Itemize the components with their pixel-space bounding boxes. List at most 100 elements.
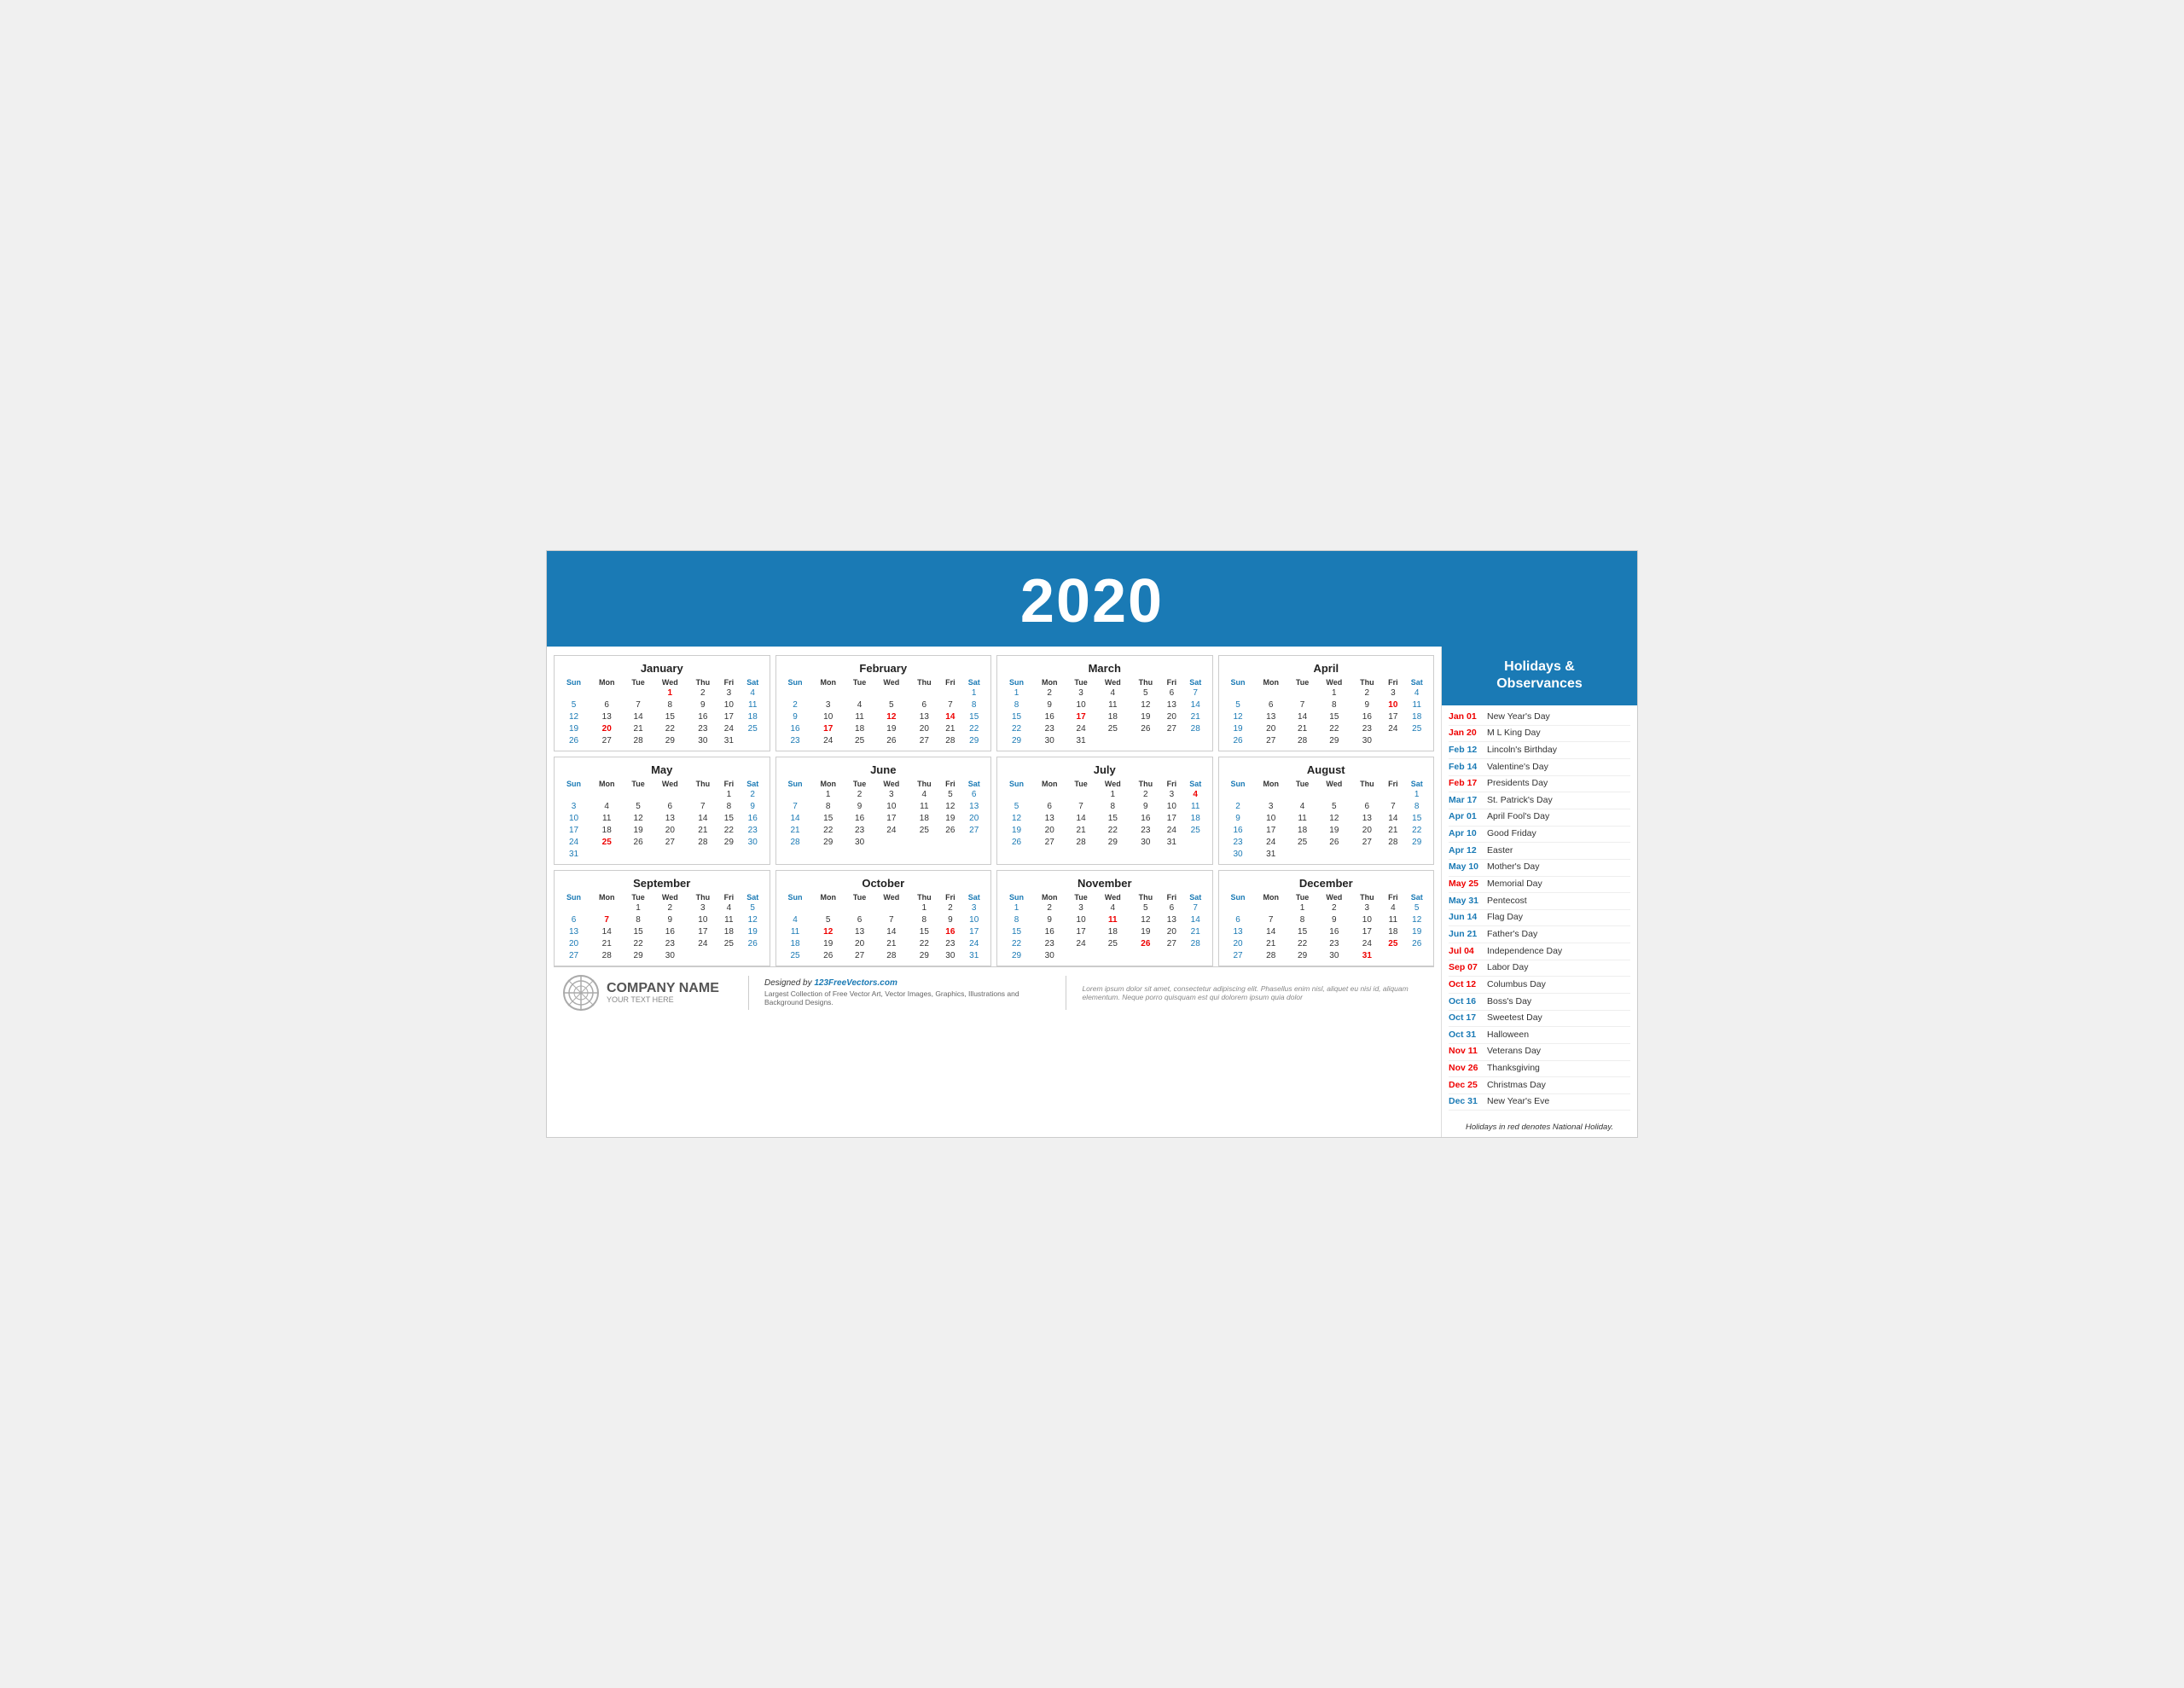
month-name-december: December	[1223, 874, 1431, 892]
header-sun: Sun	[558, 677, 590, 687]
header-wed: Wed	[653, 677, 688, 687]
holiday-item: Apr 01April Fool's Day	[1449, 809, 1630, 827]
holiday-date: Apr 10	[1449, 828, 1487, 840]
holiday-item: Oct 17Sweetest Day	[1449, 1011, 1630, 1028]
holiday-name: St. Patrick's Day	[1487, 795, 1553, 807]
holiday-name: Columbus Day	[1487, 979, 1546, 991]
holiday-date: Jun 14	[1449, 912, 1487, 924]
month-name-august: August	[1223, 761, 1431, 779]
holiday-name: Lincoln's Birthday	[1487, 745, 1557, 757]
holiday-name: Labor Day	[1487, 962, 1528, 974]
month-december: December Sun Mon Tue Wed Thu Fri Sat	[1218, 870, 1435, 966]
holiday-name: April Fool's Day	[1487, 811, 1549, 823]
holiday-name: Sweetest Day	[1487, 1012, 1542, 1024]
holiday-item: Jun 14Flag Day	[1449, 910, 1630, 927]
holiday-item: Dec 31New Year's Eve	[1449, 1094, 1630, 1111]
holiday-date: May 25	[1449, 879, 1487, 890]
holiday-item: Apr 10Good Friday	[1449, 827, 1630, 844]
holiday-item: Nov 11Veterans Day	[1449, 1044, 1630, 1061]
holiday-name: Pentecost	[1487, 896, 1527, 908]
header-mon: Mon	[590, 677, 624, 687]
month-march: March Sun Mon Tue Wed Thu Fri Sat 1	[996, 655, 1213, 751]
holiday-date: Nov 11	[1449, 1046, 1487, 1058]
holiday-date: Apr 01	[1449, 811, 1487, 823]
holiday-item: Jan 20M L King Day	[1449, 726, 1630, 743]
holiday-date: Oct 17	[1449, 1012, 1487, 1024]
header-sat: Sat	[740, 677, 766, 687]
holiday-item: Nov 26Thanksgiving	[1449, 1061, 1630, 1078]
holiday-date: Jan 20	[1449, 728, 1487, 740]
calendar-table-december: Sun Mon Tue Wed Thu Fri Sat 1 2	[1223, 892, 1431, 962]
holiday-date: Oct 31	[1449, 1030, 1487, 1041]
holiday-date: Oct 12	[1449, 979, 1487, 991]
month-may: May Sun Mon Tue Wed Thu Fri Sat	[554, 757, 770, 865]
holiday-name: Thanksgiving	[1487, 1063, 1540, 1075]
month-name-september: September	[558, 874, 766, 892]
holiday-date: Sep 07	[1449, 962, 1487, 974]
holiday-date: Feb 17	[1449, 778, 1487, 790]
calendar-table-may: Sun Mon Tue Wed Thu Fri Sat	[558, 779, 766, 861]
calendar-table-september: Sun Mon Tue Wed Thu Fri Sat 1 2	[558, 892, 766, 962]
holiday-item: Apr 12Easter	[1449, 843, 1630, 860]
header-fri: Fri	[718, 677, 740, 687]
holiday-name: Christmas Day	[1487, 1080, 1546, 1092]
month-november: November Sun Mon Tue Wed Thu Fri Sat 1	[996, 870, 1213, 966]
holiday-date: May 31	[1449, 896, 1487, 908]
month-name-april: April	[1223, 659, 1431, 677]
holiday-item: Jan 01New Year's Day	[1449, 709, 1630, 726]
month-name-march: March	[1001, 659, 1209, 677]
holiday-item: May 10Mother's Day	[1449, 860, 1630, 877]
holiday-item: Feb 14Valentine's Day	[1449, 759, 1630, 776]
calendar-table-june: Sun Mon Tue Wed Thu Fri Sat 1 2 3	[780, 779, 988, 849]
month-name-january: January	[558, 659, 766, 677]
sidebar-note: Holidays in red denotes National Holiday…	[1442, 1117, 1637, 1137]
holiday-item: Sep 07Labor Day	[1449, 960, 1630, 977]
holiday-item: Oct 16Boss's Day	[1449, 994, 1630, 1011]
holiday-name: Good Friday	[1487, 828, 1536, 840]
holiday-date: Oct 16	[1449, 996, 1487, 1008]
designed-by-site: 123FreeVectors.com	[814, 978, 897, 988]
header-thu: Thu	[688, 677, 718, 687]
calendar-table-april: Sun Mon Tue Wed Thu Fri Sat 1	[1223, 677, 1431, 747]
month-june: June Sun Mon Tue Wed Thu Fri Sat	[775, 757, 992, 865]
footer-divider	[748, 976, 749, 1010]
company-logo-icon	[562, 974, 600, 1012]
holiday-name: Mother's Day	[1487, 861, 1540, 873]
month-name-june: June	[780, 761, 988, 779]
holiday-name: M L King Day	[1487, 728, 1541, 740]
holiday-item: Jul 04Independence Day	[1449, 943, 1630, 960]
holiday-date: Nov 26	[1449, 1063, 1487, 1075]
month-october: October Sun Mon Tue Wed Thu Fri Sat	[775, 870, 992, 966]
month-september: September Sun Mon Tue Wed Thu Fri Sat	[554, 870, 770, 966]
holiday-item: Mar 17St. Patrick's Day	[1449, 792, 1630, 809]
month-february: February Sun Mon Tue Wed Thu Fri Sat	[775, 655, 992, 751]
holiday-list: Jan 01New Year's DayJan 20M L King DayFe…	[1442, 705, 1637, 1114]
holiday-item: May 31Pentecost	[1449, 893, 1630, 910]
header-tue: Tue	[624, 677, 652, 687]
calendar-table-february: Sun Mon Tue Wed Thu Fri Sat	[780, 677, 988, 747]
sidebar-header: Holidays &Observances	[1442, 647, 1637, 706]
holiday-name: New Year's Day	[1487, 711, 1550, 723]
footer-lorem: Lorem ipsum dolor sit amet, consectetur …	[1082, 984, 1426, 1001]
holiday-name: Boss's Day	[1487, 996, 1531, 1008]
holiday-name: Easter	[1487, 845, 1513, 857]
holiday-item: Feb 12Lincoln's Birthday	[1449, 742, 1630, 759]
calendar-table-january: Sun Mon Tue Wed Thu Fri Sat 1	[558, 677, 766, 747]
month-name-july: July	[1001, 761, 1209, 779]
holiday-name: Father's Day	[1487, 929, 1537, 941]
holiday-date: Jun 21	[1449, 929, 1487, 941]
year-text: 2020	[1020, 567, 1164, 635]
calendar-table-october: Sun Mon Tue Wed Thu Fri Sat	[780, 892, 988, 962]
calendar-table-november: Sun Mon Tue Wed Thu Fri Sat 1 2 3	[1001, 892, 1209, 962]
footer-designed-by: Designed by 123FreeVectors.com	[764, 978, 1050, 988]
calendar-table-august: Sun Mon Tue Wed Thu Fri Sat	[1223, 779, 1431, 861]
month-name-may: May	[558, 761, 766, 779]
holiday-date: Dec 25	[1449, 1080, 1487, 1092]
month-name-november: November	[1001, 874, 1209, 892]
holiday-date: Dec 31	[1449, 1096, 1487, 1108]
holiday-date: Apr 12	[1449, 845, 1487, 857]
holiday-item: May 25Memorial Day	[1449, 877, 1630, 894]
holiday-date: Jul 04	[1449, 946, 1487, 958]
footer: COMPANY NAME YOUR TEXT HERE Designed by …	[554, 966, 1434, 1018]
holiday-item: Jun 21Father's Day	[1449, 926, 1630, 943]
